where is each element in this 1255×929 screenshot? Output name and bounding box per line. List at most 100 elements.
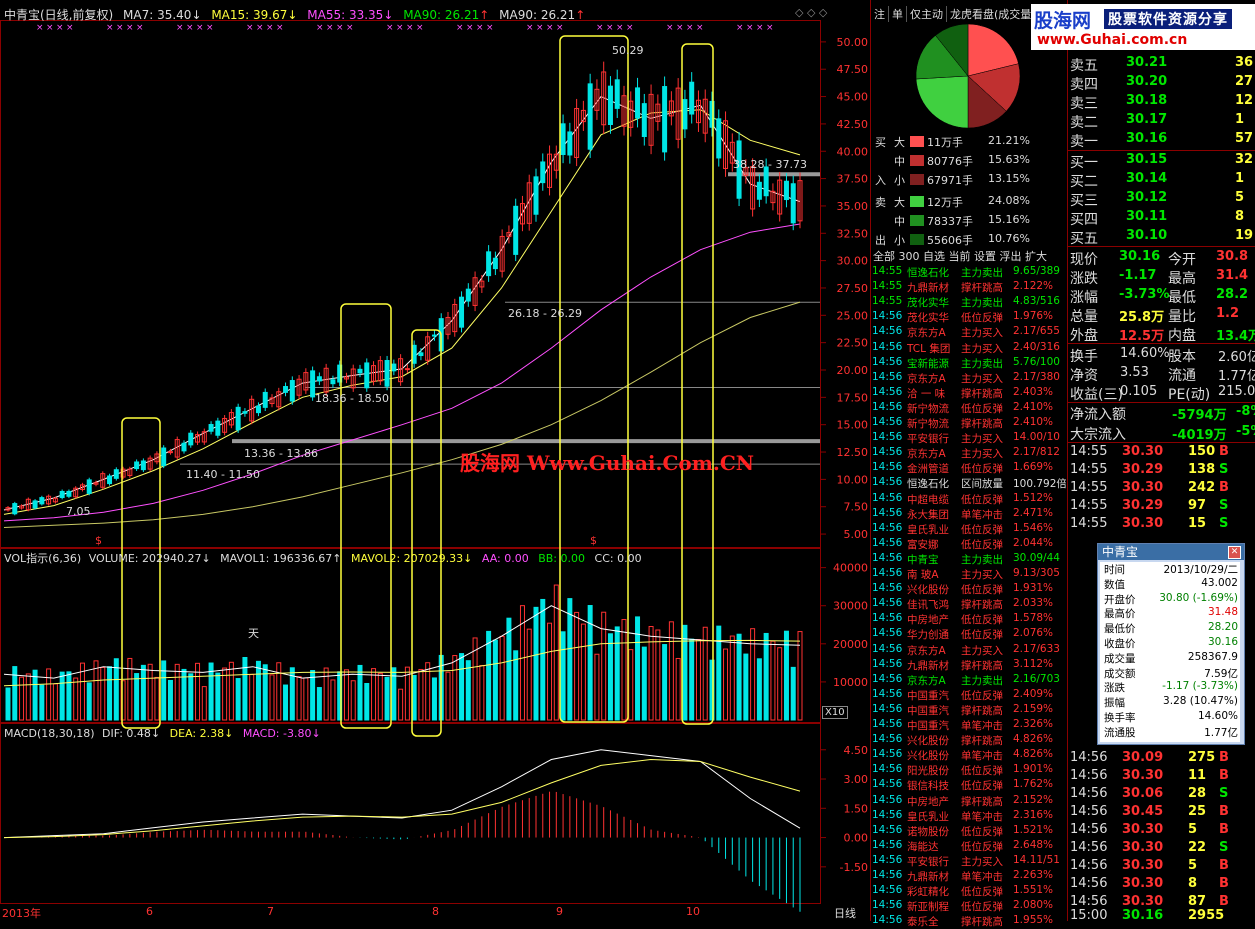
alert-stock[interactable]: 平安银行 [907,431,949,446]
candle-body [283,386,289,393]
alert-stock[interactable]: 恒逸石化 [907,265,949,280]
volume-bar [580,623,586,721]
alert-stock[interactable]: 平安银行 [907,854,949,869]
info-dialog[interactable]: 中青宝 ✕ 时间 2013/10/29/二 数值 43.002 开盘价 30.80 (-1… [1097,543,1245,745]
stat-key: 净资 [1070,368,1098,384]
volume-bar [46,668,52,721]
alert-stock[interactable]: 宝新能源 [907,356,949,371]
alert-stock[interactable]: 兴化股份 [907,733,949,748]
alert-type: 低位反弹 [961,886,1003,899]
alert-time: 14:56 [872,778,903,791]
alert-stock[interactable]: 中房地产 [907,794,949,809]
alert-stock[interactable]: 阳光股份 [907,763,949,778]
alert-stock[interactable]: 中国重汽 [907,688,949,703]
alert-stock[interactable]: 新宁物流 [907,401,949,416]
window-controls[interactable]: ◇ ◇ ◇ [795,6,827,19]
alert-stock[interactable]: 永大集团 [907,507,949,522]
list-tab-float[interactable]: 浮出 [1000,250,1022,263]
quote-value: -1.17 [1119,268,1157,283]
quote-value: 25.8万 [1119,310,1165,325]
list-tab-all[interactable]: 全部 [873,250,895,263]
candle-body [86,479,92,494]
signal-mark: × [406,23,414,33]
alert-stock[interactable]: 京东方A [907,643,946,658]
signal-mark: × [686,23,694,33]
stat-value: 2.60亿 [1218,350,1255,365]
candle-body [289,380,295,402]
alert-stock[interactable]: 佳讯飞鸿 [907,597,949,612]
alert-stock[interactable]: 中国重汽 [907,718,949,733]
alert-stock[interactable]: 中国重汽 [907,703,949,718]
alert-value: 2.40/316 [1013,340,1060,353]
alert-stock[interactable]: 恒逸石化 [907,476,949,491]
close-icon[interactable]: ✕ [1228,546,1241,559]
list-tab-300[interactable]: 300 [899,250,920,263]
alert-stock[interactable]: 海能达 [907,839,939,854]
buy-price: 30.15 [1126,152,1168,167]
alert-stock[interactable]: 京东方A [907,371,946,386]
alert-stock[interactable]: 九鼎新材 [907,658,949,673]
alert-stock[interactable]: 中超电缆 [907,492,949,507]
alert-time: 14:56 [872,597,903,610]
alert-stock[interactable]: 兴化股份 [907,748,949,763]
alert-stock[interactable]: 皇氏乳业 [907,522,949,537]
flow-pct: 15.16% [988,213,1030,226]
candle-body [310,370,316,398]
tick-side: B [1219,804,1229,819]
alert-stock[interactable]: 华力创通 [907,627,949,642]
volume-bar [310,670,316,721]
alert-stock[interactable]: 九鼎新材 [907,869,949,884]
volume-bar [147,663,153,721]
alert-type: 主力卖出 [961,267,1003,279]
alert-stock[interactable]: 诺物股份 [907,824,949,839]
alert-time: 14:56 [872,823,903,836]
volume-bar [316,687,322,721]
alert-stock[interactable]: 九鼎新材 [907,280,949,295]
list-tab-fav[interactable]: 自选 [923,250,945,263]
alert-stock[interactable]: 中房地产 [907,612,949,627]
tab-2[interactable]: 仅主动 [907,6,947,22]
volume-bar [59,671,65,721]
tab-1[interactable]: 单 [889,6,907,22]
alert-stock[interactable]: 彩虹精化 [907,884,949,899]
list-tab-current[interactable]: 当前 [949,250,971,263]
period-label[interactable]: 日线 [834,905,856,921]
alert-stock[interactable]: 银信科技 [907,778,949,793]
alert-stock[interactable]: 洽 一 味 [907,386,945,401]
alert-stock[interactable]: TCL 集团 [907,341,950,356]
tab-0[interactable]: 注 [871,6,889,22]
volume-bar [350,680,356,721]
alert-stock[interactable]: 金洲管道 [907,461,949,476]
alert-stock[interactable]: 茂化实华 [907,310,949,325]
alert-stock[interactable]: 中青宝 [907,552,939,567]
candle-body [357,368,363,374]
alert-type: 主力买入 [961,448,1003,461]
volume-bar [459,653,465,721]
alert-stock[interactable]: 新宁物流 [907,416,949,431]
macd-dea: DEA: 2.38 [169,727,225,740]
volume-bar [242,657,248,721]
list-tab-settings[interactable]: 设置 [974,250,996,263]
tick-time: 14:55 [1070,480,1108,495]
x10-label[interactable]: X10 [822,706,848,719]
alert-stock[interactable]: 京东方A [907,446,946,461]
sell-vol: 27 [1235,74,1254,89]
alert-stock[interactable]: 茂化实华 [907,295,949,310]
alert-time: 14:56 [872,733,903,746]
info-dialog-header[interactable]: 中青宝 ✕ [1098,544,1244,560]
alert-stock[interactable]: 皇氏乳业 [907,809,949,824]
alert-stock[interactable]: 南 玻A [907,567,939,582]
alert-stock[interactable]: 京东方A [907,673,946,688]
alert-stock[interactable]: 泰乐全 [907,914,939,929]
volume-bar [161,660,167,721]
alert-stock[interactable]: 富安娜 [907,537,939,552]
alert-type: 撑杆跳高 [961,704,1003,717]
list-tabs: 全部 300 自选 当前 设置 浮出 扩大 [873,248,1047,264]
alert-stock[interactable]: 新亚制程 [907,899,949,914]
alert-type: 主力卖出 [961,553,1003,566]
tab-3[interactable]: 龙虎看盘(成交量 [947,6,1034,22]
buy-label: 买四 [1070,212,1098,228]
alert-stock[interactable]: 兴化股份 [907,582,949,597]
alert-stock[interactable]: 京东方A [907,325,946,340]
list-tab-expand[interactable]: 扩大 [1025,250,1047,263]
